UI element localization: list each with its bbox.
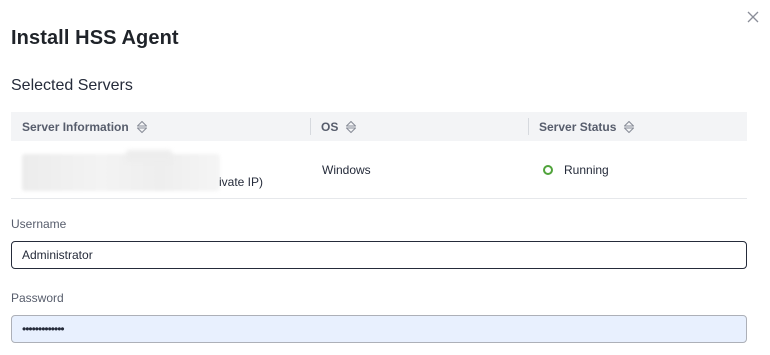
username-field-wrapper — [11, 241, 747, 269]
column-header-label: OS — [321, 119, 339, 134]
username-input[interactable] — [12, 242, 732, 268]
column-divider[interactable] — [528, 118, 529, 135]
username-label: Username — [11, 217, 67, 231]
column-divider[interactable] — [310, 118, 311, 135]
selected-servers-table: Server Information OS Server Status ivat… — [11, 112, 747, 199]
close-icon[interactable] — [744, 8, 762, 26]
column-header-server-status[interactable]: Server Status — [539, 112, 635, 141]
sort-icon[interactable] — [623, 120, 635, 134]
install-hss-agent-dialog: Install HSS Agent Selected Servers Serve… — [0, 0, 770, 355]
redacted-server-info — [126, 150, 172, 162]
column-header-server-information[interactable]: Server Information — [22, 112, 148, 141]
os-cell: Windows — [322, 163, 371, 177]
password-field-wrapper — [11, 315, 747, 343]
status-indicator-icon — [543, 164, 553, 175]
table-row[interactable]: ivate IP) Windows Running — [11, 141, 747, 199]
server-info-suffix: ivate IP) — [219, 175, 264, 189]
column-header-label: Server Information — [22, 119, 129, 134]
column-header-label: Server Status — [539, 119, 617, 134]
dialog-title: Install HSS Agent — [11, 27, 179, 49]
password-label: Password — [11, 291, 64, 305]
column-header-os[interactable]: OS — [321, 112, 357, 141]
server-status-cell: Running — [543, 163, 609, 177]
server-information-cell: ivate IP) — [11, 141, 301, 198]
status-text: Running — [564, 163, 609, 177]
password-input[interactable] — [12, 316, 732, 342]
sort-icon[interactable] — [345, 120, 357, 134]
redacted-server-info — [22, 154, 220, 191]
table-header: Server Information OS Server Status — [11, 112, 747, 141]
selected-servers-title: Selected Servers — [11, 77, 133, 94]
sort-icon[interactable] — [136, 120, 148, 134]
